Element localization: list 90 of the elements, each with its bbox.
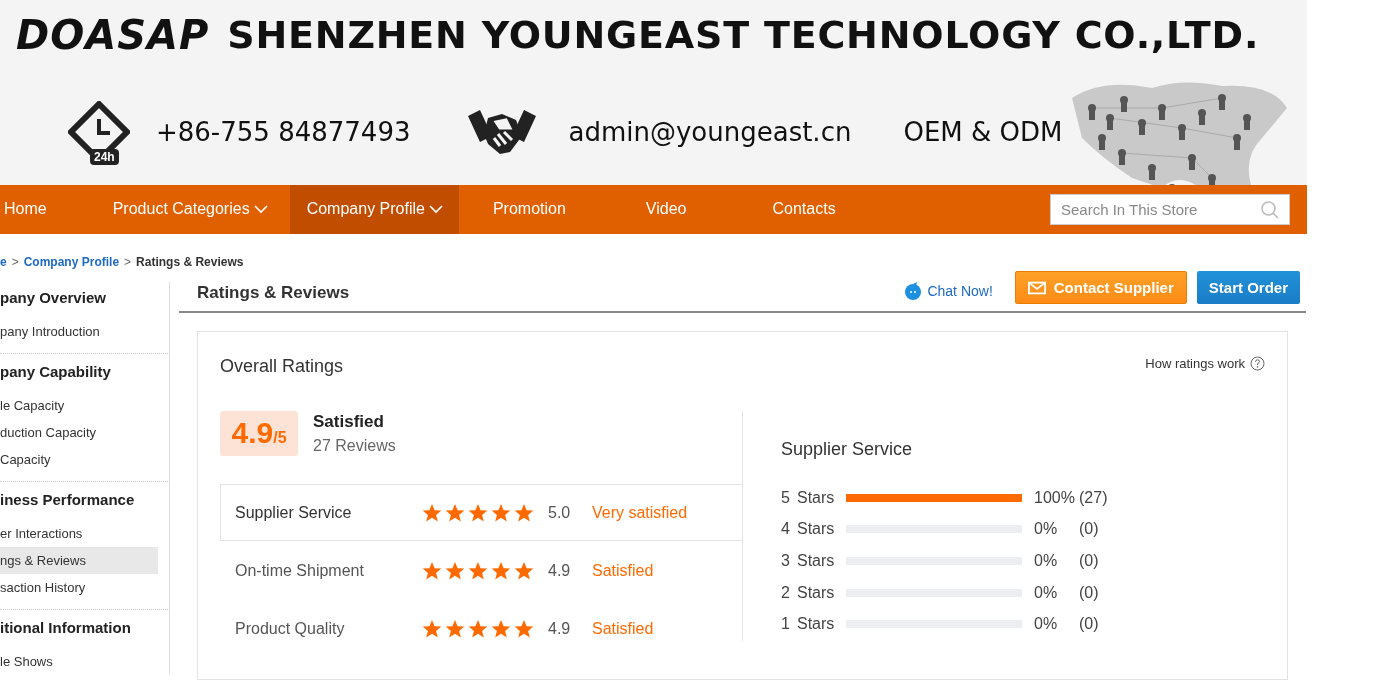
star-level-label: Stars	[797, 615, 836, 634]
breadcrumb-link[interactable]: Company Profile	[23, 255, 120, 269]
rating-score: 5.0	[548, 503, 572, 522]
breadcrumb-separator: >	[11, 255, 19, 269]
star-icon	[491, 502, 511, 523]
star-level-number: 1	[781, 615, 791, 634]
star-level-label: Stars	[797, 552, 836, 570]
percentage: 0%	[1034, 615, 1059, 634]
breadcrumb-link[interactable]: e	[0, 255, 7, 269]
help-link[interactable]: How ratings work	[1145, 356, 1265, 371]
tagline: OEM & ODM	[903, 117, 1063, 147]
start-order-button[interactable]: Start Order	[1196, 271, 1300, 304]
company-name: SHENZHEN YOUNGEAST TECHNOLOGY CO.,LTD.	[227, 13, 1260, 57]
star-icon	[491, 618, 511, 639]
nav-item[interactable]: Contacts	[768, 185, 836, 234]
percentage: 0%	[1034, 520, 1059, 539]
star-icon	[491, 560, 511, 581]
sidebar-item[interactable]: le Capacity	[0, 392, 158, 419]
search-icon	[1260, 200, 1280, 220]
rating-score: 4.9	[548, 619, 572, 638]
rating-verdict: Very satisfied	[592, 503, 688, 522]
rating-category: Product Quality	[235, 619, 346, 638]
score-badge: 4.9/5	[220, 411, 298, 456]
star-level-number: 5	[781, 488, 791, 507]
star-level-label: Stars	[797, 488, 836, 507]
nav-item[interactable]: Product Categories	[108, 185, 268, 234]
sidebar-item[interactable]: Capacity	[0, 446, 158, 473]
star-level-label: Stars	[797, 520, 836, 539]
nav-item[interactable]: Video	[641, 185, 687, 234]
star-icon	[422, 502, 442, 523]
star-icon	[468, 502, 488, 523]
breakdown-heading: Supplier Service	[781, 439, 914, 460]
rating-category: On-time Shipment	[235, 561, 365, 580]
rating-row[interactable]: Product Quality 4.9 Satisfied	[220, 600, 743, 657]
sidebar-item[interactable]: ngs & Reviews	[0, 547, 158, 574]
star-icon	[514, 502, 534, 523]
percentage: 0%	[1034, 552, 1059, 570]
sidebar-heading: iness Performance	[0, 490, 136, 510]
review-count: (0)	[1079, 583, 1099, 602]
review-count: (27)	[1079, 488, 1108, 507]
review-count: (0)	[1079, 615, 1099, 634]
review-count: (0)	[1079, 552, 1099, 570]
rating-row[interactable]: On-time Shipment 4.9 Satisfied	[220, 542, 743, 599]
nav-item[interactable]: Company Profile	[289, 185, 459, 234]
rating-category: Supplier Service	[235, 503, 353, 522]
star-icon	[445, 560, 465, 581]
rating-verdict: Satisfied	[592, 619, 654, 638]
star-icon	[422, 618, 442, 639]
envelope-icon	[1027, 280, 1046, 295]
logo: DOASAP	[16, 12, 210, 58]
nav-item[interactable]: Promotion	[488, 185, 566, 234]
star-icon	[445, 618, 465, 639]
review-count: (0)	[1079, 520, 1099, 539]
sidebar-heading: pany Capability	[0, 362, 112, 382]
sidebar-item[interactable]: er Interactions	[0, 520, 158, 547]
search-field[interactable]: Search In This Store	[1050, 194, 1290, 225]
phone-number: +86-755 84877493	[156, 117, 411, 147]
star-level-number: 3	[781, 552, 791, 570]
rating-verdict: Satisfied	[592, 561, 654, 580]
sidebar-item[interactable]: pany Introduction	[0, 318, 158, 345]
rating-score: 4.9	[548, 561, 572, 580]
sidebar-heading: pany Overview	[0, 288, 107, 308]
rating-row[interactable]: Supplier Service 5.0 Very satisfied	[220, 484, 743, 541]
sidebar-item[interactable]: duction Capacity	[0, 419, 158, 446]
star-level-number: 4	[781, 520, 791, 539]
page-title: Ratings & Reviews	[197, 281, 351, 303]
section-heading: Overall Ratings	[220, 356, 344, 377]
clock-badge: 24h	[90, 149, 119, 165]
email-address: admin@youngeast.cn	[568, 117, 852, 147]
star-icon	[514, 560, 534, 581]
star-icon	[514, 618, 534, 639]
star-level-number: 2	[781, 583, 791, 602]
sidebar-item[interactable]: saction History	[0, 574, 158, 601]
chat-bubble-icon	[904, 281, 923, 300]
breadcrumb-current: Ratings & Reviews	[136, 255, 244, 269]
review-count: 27 Reviews	[313, 437, 396, 455]
breadcrumb-separator: >	[124, 255, 132, 269]
star-icon	[422, 560, 442, 581]
help-icon	[1250, 356, 1265, 371]
percentage: 100%	[1034, 488, 1076, 507]
chat-link[interactable]: Chat Now!	[904, 281, 993, 300]
sidebar-heading: itional Information	[0, 618, 132, 638]
star-icon	[468, 560, 488, 581]
star-level-label: Stars	[797, 583, 836, 602]
overall-verdict: Satisfied	[313, 412, 385, 432]
star-icon	[468, 618, 488, 639]
star-icon	[445, 502, 465, 523]
sidebar-item[interactable]: le Shows	[0, 648, 158, 675]
nav-item[interactable]: Home	[0, 185, 47, 234]
percentage: 0%	[1034, 583, 1059, 602]
